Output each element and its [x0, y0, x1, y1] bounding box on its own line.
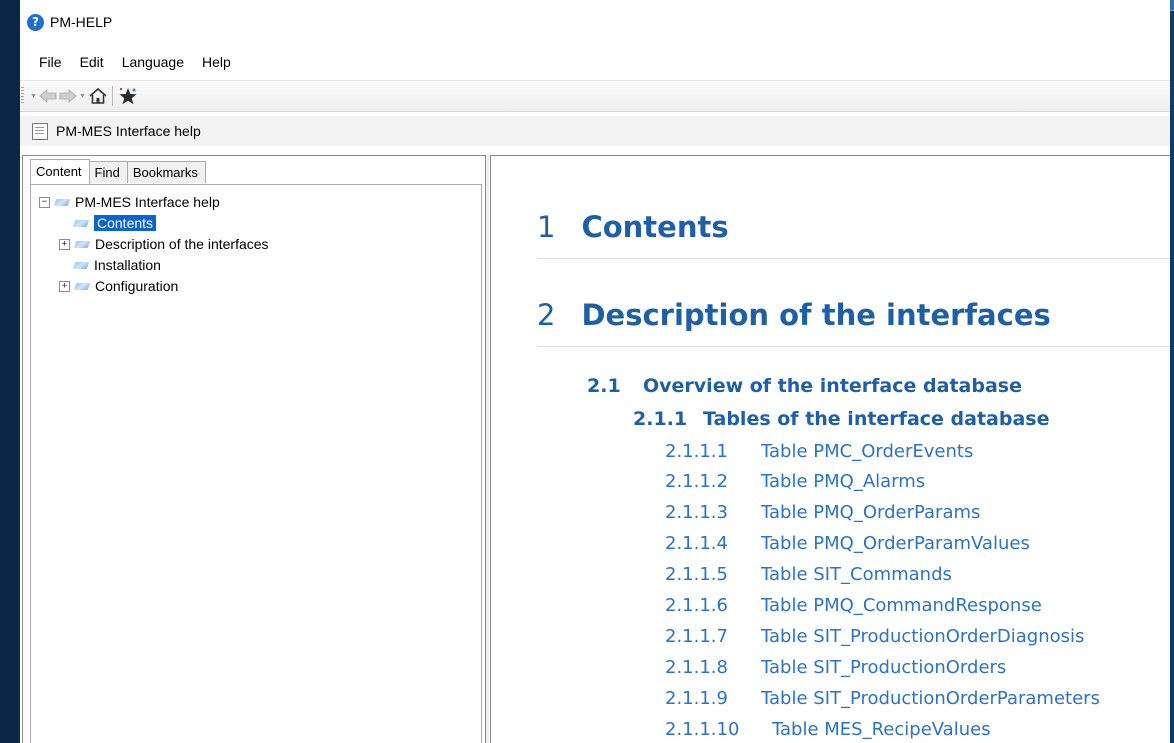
heading-description[interactable]: 2 Description of the interfaces — [537, 298, 1051, 332]
heading-divider — [537, 346, 1170, 347]
tree-item-label: PM-MES Interface help — [75, 194, 220, 210]
tree-item-label: Configuration — [95, 278, 179, 294]
toolbar-separator — [111, 86, 113, 106]
toc-title: Table PMC_OrderEvents — [761, 441, 974, 462]
tab-bookmarks[interactable]: Bookmarks — [126, 161, 206, 183]
toc-title: Table PMQ_CommandResponse — [761, 595, 1042, 616]
tree-item-label: Description of the interfaces — [95, 236, 269, 252]
menu-bar: File Edit Language Help — [20, 50, 1170, 74]
toc-number: 2.1.1.5 — [665, 564, 728, 585]
navigation-pane: Content Find Bookmarks − PM-MES Interfac… — [22, 155, 486, 743]
collapse-icon[interactable]: − — [39, 196, 50, 208]
document-title: PM-MES Interface help — [56, 123, 201, 139]
back-arrow-icon — [39, 89, 57, 103]
toc-number: 2.1.1.6 — [665, 595, 728, 616]
tree-item-description[interactable]: + Description of the interfaces — [59, 234, 269, 254]
forward-dropdown-icon[interactable]: ▼ — [79, 93, 86, 100]
toc-title: Table SIT_Commands — [761, 564, 952, 585]
menu-file[interactable]: File — [39, 54, 62, 70]
menu-help[interactable]: Help — [202, 54, 231, 70]
heading-tables[interactable]: 2.1.1 Tables of the interface database — [633, 408, 1049, 430]
toolbar: ▼ ▼ — [20, 80, 1170, 112]
book-icon — [74, 219, 88, 228]
add-favorite-button[interactable] — [117, 85, 139, 107]
heading-title: Tables of the interface database — [703, 408, 1050, 430]
contents-tree: − PM-MES Interface help Contents + Descr… — [30, 184, 482, 743]
heading-title: Description of the interfaces — [581, 298, 1051, 332]
book-icon — [74, 261, 88, 270]
toc-number: 2.1.1.7 — [665, 626, 728, 647]
toc-title: Table PMQ_OrderParamValues — [761, 533, 1030, 554]
tree-item-configuration[interactable]: + Configuration — [59, 276, 178, 296]
heading-overview[interactable]: 2.1 Overview of the interface database — [587, 375, 1022, 397]
help-window: ? PM-HELP File Edit Language Help ▼ ▼ PM… — [20, 0, 1170, 743]
heading-divider — [537, 258, 1170, 259]
document-bar: PM-MES Interface help — [20, 116, 1170, 146]
toc-link[interactable]: 2.1.1.10 Table MES_RecipeValues — [665, 719, 991, 740]
toc-number: 2.1.1.10 — [665, 719, 740, 740]
window-title: PM-HELP — [50, 14, 113, 30]
heading-number: 2.1.1 — [633, 408, 688, 430]
heading-number: 1 — [537, 210, 556, 244]
menu-language[interactable]: Language — [122, 54, 184, 70]
favorites-star-icon — [119, 88, 137, 105]
forward-arrow-icon — [59, 89, 77, 103]
heading-contents[interactable]: 1 Contents — [537, 210, 729, 244]
toc-link[interactable]: 2.1.1.1 Table PMC_OrderEvents — [665, 441, 973, 462]
toc-title: Table SIT_ProductionOrderParameters — [761, 688, 1100, 709]
expand-icon[interactable]: + — [59, 238, 70, 250]
tree-item-root[interactable]: − PM-MES Interface help — [39, 192, 220, 212]
toc-link[interactable]: 2.1.1.5 Table SIT_Commands — [665, 564, 952, 585]
home-button[interactable] — [88, 85, 108, 107]
toc-number: 2.1.1.2 — [665, 471, 728, 492]
document-icon — [32, 122, 48, 140]
book-icon — [75, 240, 89, 249]
menu-edit[interactable]: Edit — [80, 54, 104, 70]
toc-title: Table SIT_ProductionOrders — [761, 657, 1007, 678]
tab-content[interactable]: Content — [30, 159, 90, 185]
heading-title: Overview of the interface database — [643, 375, 1022, 397]
tree-item-contents[interactable]: Contents — [74, 213, 157, 233]
help-icon: ? — [27, 13, 44, 31]
toc-title: Table MES_RecipeValues — [772, 719, 991, 740]
expand-icon[interactable]: + — [59, 280, 70, 292]
toc-title: Table SIT_ProductionOrderDiagnosis — [761, 626, 1085, 647]
toc-number: 2.1.1.9 — [665, 688, 728, 709]
book-icon — [55, 198, 69, 207]
toc-link[interactable]: 2.1.1.9 Table SIT_ProductionOrderParamete… — [665, 688, 1100, 709]
toc-link[interactable]: 2.1.1.2 Table PMQ_Alarms — [665, 471, 925, 492]
content-pane[interactable]: 1 Contents 2 Description of the interfaces… — [490, 155, 1170, 743]
toc-link[interactable]: 2.1.1.3 Table PMQ_OrderParams — [665, 502, 980, 523]
toc-title: Table PMQ_OrderParams — [761, 502, 981, 523]
toc-link[interactable]: 2.1.1.6 Table PMQ_CommandResponse — [665, 595, 1042, 616]
heading-number: 2.1 — [587, 375, 621, 397]
navigation-tabs: Content Find Bookmarks — [30, 159, 206, 185]
tree-item-label: Installation — [94, 257, 161, 273]
toc-link[interactable]: 2.1.1.8 Table SIT_ProductionOrders — [665, 657, 1006, 678]
tree-item-installation[interactable]: Installation — [74, 255, 161, 275]
back-button[interactable] — [39, 85, 57, 107]
toc-number: 2.1.1.4 — [665, 533, 728, 554]
toc-link[interactable]: 2.1.1.7 Table SIT_ProductionOrderDiagnosi… — [665, 626, 1084, 647]
toc-number: 2.1.1.1 — [665, 441, 728, 462]
pane-splitter[interactable] — [486, 155, 489, 743]
heading-number: 2 — [537, 298, 556, 332]
heading-title: Contents — [581, 210, 729, 244]
home-icon — [89, 87, 107, 104]
toc-link[interactable]: 2.1.1.4 Table PMQ_OrderParamValues — [665, 533, 1030, 554]
toc-title: Table PMQ_Alarms — [761, 471, 926, 492]
toolbar-grip[interactable] — [21, 87, 24, 105]
book-icon — [75, 282, 89, 291]
back-dropdown-icon[interactable]: ▼ — [30, 93, 37, 100]
tab-find[interactable]: Find — [88, 161, 128, 183]
title-bar: ? PM-HELP — [20, 0, 1170, 44]
toc-number: 2.1.1.3 — [665, 502, 728, 523]
forward-button[interactable] — [59, 85, 77, 107]
tree-item-label: Contents — [94, 215, 157, 231]
toc-number: 2.1.1.8 — [665, 657, 728, 678]
